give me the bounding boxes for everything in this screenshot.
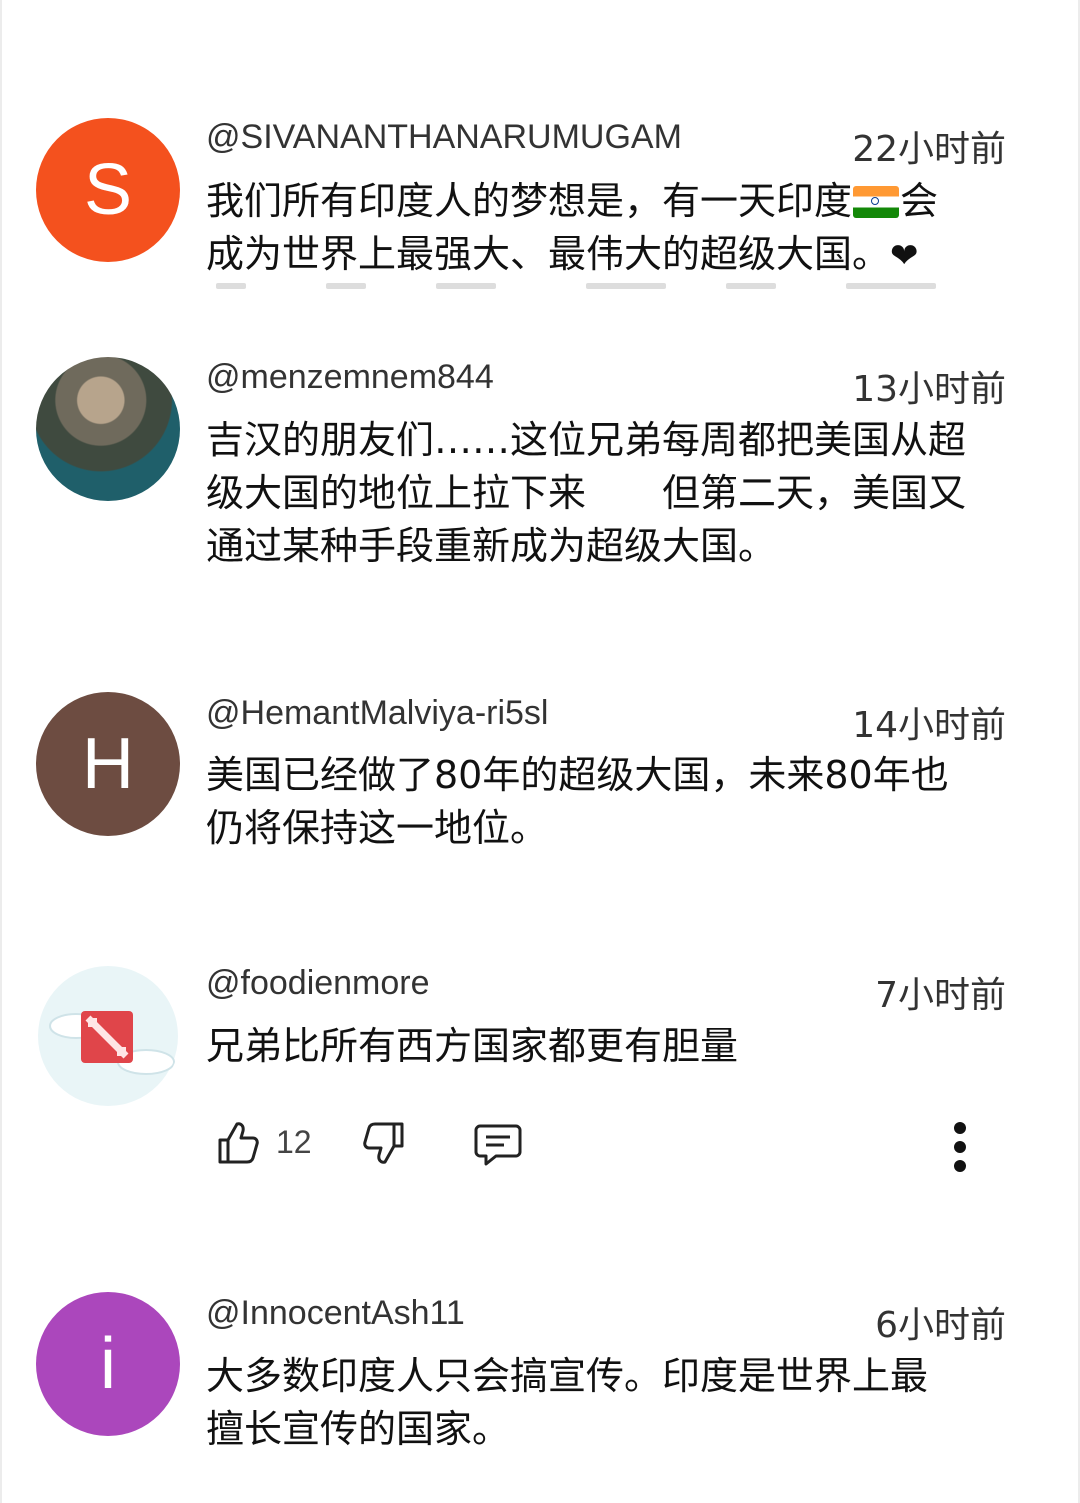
- truncated-text-fade: [206, 283, 966, 293]
- comment-text-line: 级大国的地位上拉下来 但第二天，美国又: [206, 471, 967, 515]
- comment-timestamp: 14小时前: [852, 705, 1006, 746]
- comment-text: 美国已经做了80年的超级大国，未来80年也 仍将保持这一地位。: [206, 749, 1026, 855]
- comment-timestamp: 6小时前: [875, 1305, 1006, 1346]
- comment-text-segment: 会: [900, 179, 939, 223]
- comment-author[interactable]: @HemantMalviya-ri5sl: [206, 694, 548, 733]
- heart-icon: ❤: [890, 236, 919, 276]
- more-vertical-icon[interactable]: [950, 1120, 970, 1174]
- comment-timestamp: 22小时前: [852, 129, 1006, 170]
- avatar[interactable]: i: [36, 1292, 180, 1436]
- india-flag-icon: [853, 186, 900, 218]
- reply-button[interactable]: [474, 1122, 522, 1168]
- comment-author[interactable]: @menzemnem844: [206, 358, 494, 397]
- comment-text-segment: 成为世界上最强大、最伟大的超级大国。: [206, 232, 891, 276]
- avatar[interactable]: [36, 357, 180, 501]
- avatar[interactable]: S: [36, 118, 180, 262]
- thumbs-up-icon: [218, 1122, 259, 1164]
- thumbs-down-icon: [363, 1122, 404, 1164]
- comment-timestamp: 7小时前: [875, 975, 1006, 1016]
- comment-author[interactable]: @foodienmore: [206, 964, 430, 1003]
- comment-text: 我们所有印度人的梦想是，有一天印度 会 成为世界上最强大、最伟大的超级大国。❤: [206, 175, 1026, 283]
- comment-text-line: 大多数印度人只会搞宣传。印度是世界上最: [206, 1354, 929, 1398]
- dislike-button[interactable]: [362, 1120, 406, 1168]
- comment-author[interactable]: @InnocentAsh11: [206, 1294, 465, 1333]
- left-edge: [0, 0, 2, 1503]
- comment-text-line: 擅长宣传的国家。: [206, 1407, 511, 1451]
- comment-text-line: 吉汉的朋友们……这位兄弟每周都把美国从超: [206, 418, 967, 462]
- comment-text: 兄弟比所有西方国家都更有胆量: [206, 1020, 1026, 1073]
- comment-text: 大多数印度人只会搞宣传。印度是世界上最 擅长宣传的国家。: [206, 1350, 1026, 1456]
- comment-text-line: 美国已经做了80年的超级大国，未来80年也: [206, 753, 949, 797]
- comment-timestamp: 13小时前: [852, 369, 1006, 410]
- comment-actions: 12: [0, 1118, 1080, 1178]
- comment-icon: [474, 1124, 522, 1166]
- like-count: 12: [276, 1123, 312, 1160]
- comment-text: 吉汉的朋友们……这位兄弟每周都把美国从超 级大国的地位上拉下来 但第二天，美国又…: [206, 414, 1026, 573]
- comment-text-line: 兄弟比所有西方国家都更有胆量: [206, 1024, 739, 1068]
- like-button[interactable]: 12: [216, 1118, 312, 1166]
- comment-author[interactable]: @SIVANANTHANARUMUGAM: [206, 118, 682, 157]
- dota-logo-icon: [38, 966, 178, 1106]
- comment-text-segment: 我们所有印度人的梦想是，有一天印度: [206, 179, 853, 223]
- comment-text-line: 仍将保持这一地位。: [206, 806, 549, 850]
- avatar[interactable]: H: [36, 692, 180, 836]
- comment-text-line: 通过某种手段重新成为超级大国。: [206, 524, 777, 568]
- avatar[interactable]: [36, 964, 180, 1108]
